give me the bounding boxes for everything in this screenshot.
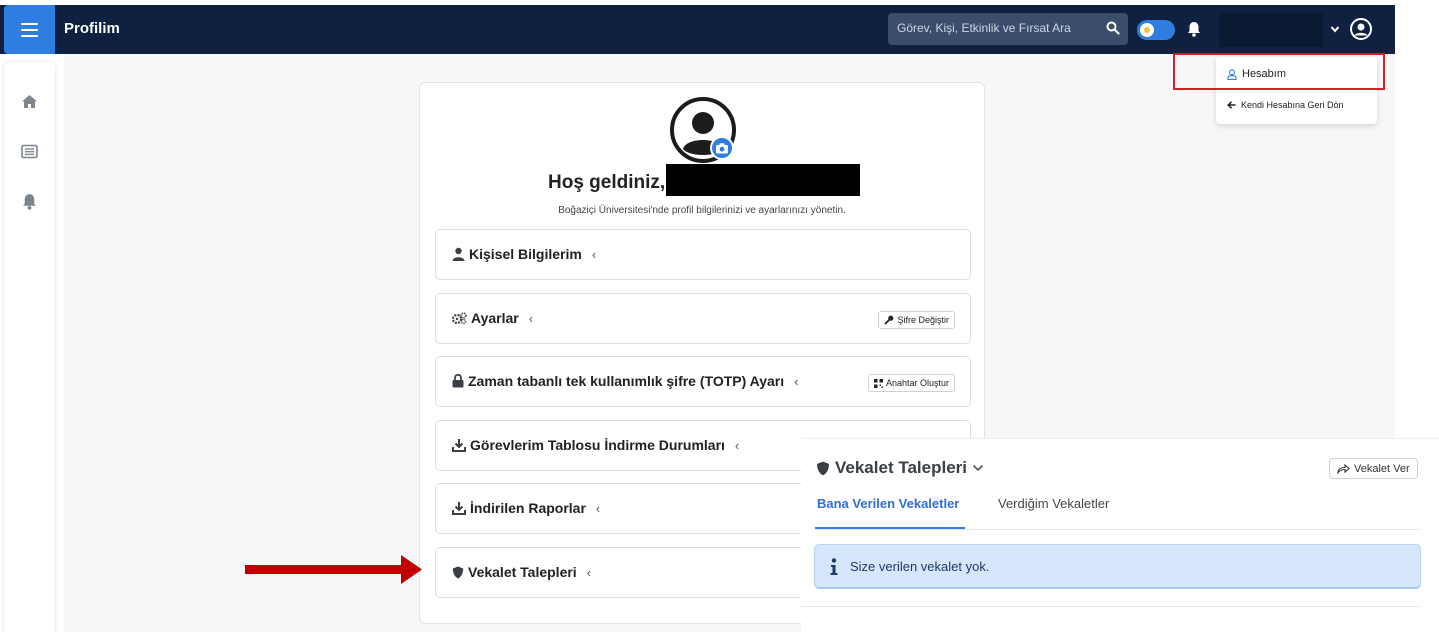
chevron-left-icon: ‹ [528, 310, 534, 326]
change-password-button[interactable]: Şifre Değiştir [878, 311, 955, 329]
key-icon [884, 315, 894, 325]
list-icon[interactable] [21, 143, 38, 160]
section-kisisel-bilgilerim[interactable]: Kişisel Bilgilerim ‹ [435, 229, 971, 280]
chevron-down-icon[interactable] [972, 463, 984, 473]
camera-icon[interactable] [710, 136, 734, 160]
vekalet-panel: Vekalet Talepleri Vekalet Ver Bana Veril… [801, 438, 1439, 632]
welcome-heading: Hoş geldiniz, [548, 172, 666, 193]
top-navbar: Profilim [0, 5, 1395, 54]
chevron-left-icon: ‹ [794, 373, 799, 389]
download-icon [452, 502, 466, 515]
arrow-left-icon [1227, 101, 1236, 109]
gears-icon [452, 311, 467, 324]
chevron-left-icon: ‹ [595, 500, 601, 516]
qr-icon [873, 378, 883, 388]
chevron-left-icon: ‹ [734, 437, 740, 453]
menu-button[interactable] [4, 5, 55, 54]
lock-icon [452, 374, 464, 388]
vekalet-ver-button[interactable]: Vekalet Ver [1329, 458, 1418, 479]
download-icon [452, 439, 466, 452]
user-circle-icon[interactable] [1349, 17, 1373, 41]
page-title: Profilim [64, 20, 120, 37]
section-label: Görevlerim Tablosu İndirme Durumları [470, 437, 725, 453]
alert-message: Size verilen vekalet yok. [850, 559, 990, 574]
theme-toggle[interactable] [1137, 20, 1175, 40]
panel-title: Vekalet Talepleri [835, 458, 967, 477]
left-sidebar [4, 62, 55, 632]
generate-key-button[interactable]: Anahtar Oluştur [867, 374, 955, 392]
user-name-box[interactable] [1219, 13, 1323, 47]
bell-icon[interactable] [21, 193, 38, 210]
section-label: Kişisel Bilgilerim [469, 246, 582, 262]
panel-divider [801, 606, 1421, 607]
section-label: Vekalet Talepleri [468, 564, 577, 580]
bell-icon[interactable] [1187, 21, 1201, 37]
section-label: İndirilen Raporlar [470, 500, 586, 516]
shield-icon [452, 566, 464, 578]
dropdown-item-geri-don[interactable]: Kendi Hesabına Geri Dön [1227, 100, 1344, 110]
info-icon [830, 558, 838, 575]
section-label: Zaman tabanlı tek kullanımlık şifre (TOT… [468, 373, 785, 389]
search-box[interactable] [888, 13, 1128, 45]
tab-bana-verilen[interactable]: Bana Verilen Vekaletler [817, 496, 959, 511]
search-icon[interactable] [1106, 21, 1120, 35]
section-totp[interactable]: Zaman tabanlı tek kullanımlık şifre (TOT… [435, 356, 971, 407]
section-ayarlar[interactable]: Ayarlar ‹ Şifre Değiştir [435, 293, 971, 344]
annotation-arrow [245, 555, 422, 584]
info-alert: Size verilen vekalet yok. [814, 544, 1421, 589]
chevron-left-icon: ‹ [586, 564, 592, 580]
tab-divider [815, 529, 1421, 530]
chevron-left-icon: ‹ [591, 246, 597, 262]
shield-icon [817, 461, 829, 475]
share-arrow-icon [1337, 463, 1350, 474]
sun-icon [1140, 23, 1154, 37]
hamburger-icon [21, 22, 38, 25]
redacted-user-name [666, 164, 860, 196]
tab-verdigim[interactable]: Verdiğim Vekaletler [998, 496, 1109, 511]
search-input[interactable] [897, 21, 1097, 35]
profile-subtitle: Boğaziçi Üniversitesi'nde profil bilgile… [558, 205, 846, 216]
section-label: Ayarlar [471, 310, 519, 326]
chevron-down-icon[interactable] [1330, 24, 1340, 34]
home-icon[interactable] [21, 93, 38, 110]
user-icon [452, 247, 465, 261]
annotation-highlight-box [1173, 53, 1385, 90]
